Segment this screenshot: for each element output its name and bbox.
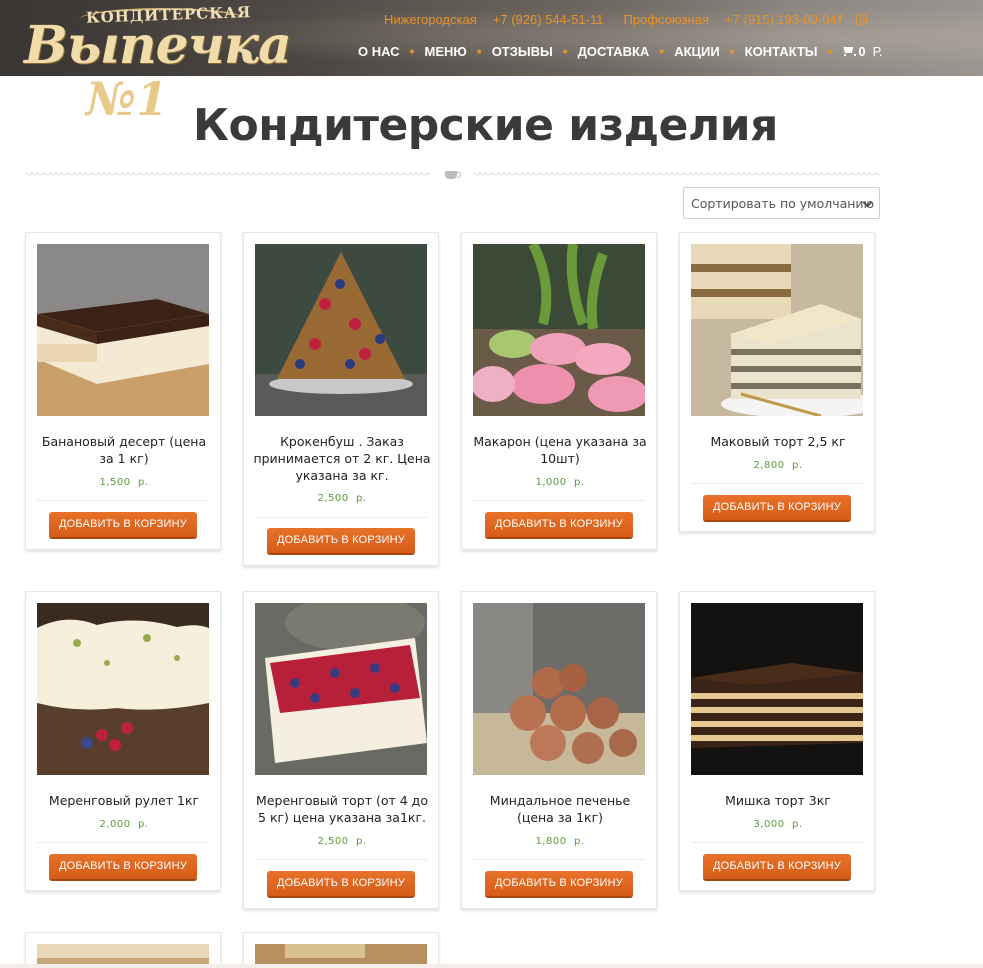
product-price: 2,000 р. (99, 819, 149, 830)
product-price: 2,500 р. (317, 836, 367, 847)
cup-icon (445, 171, 461, 179)
product-price: 3,000 р. (753, 819, 803, 830)
card-separator (255, 517, 427, 518)
divider-wave (26, 172, 430, 178)
product-image-macarons[interactable] (473, 244, 645, 416)
facebook-icon[interactable]: f (838, 12, 842, 26)
logo[interactable]: Выпечка (24, 18, 292, 74)
product-image-mishka-cake[interactable] (691, 603, 863, 775)
nav-separator: • (729, 43, 735, 59)
sort-select[interactable]: Сортировать по умолчанию (683, 187, 880, 219)
product-price: 1,000 р. (535, 477, 585, 488)
divider-wave (474, 172, 880, 178)
sort-select-value: Сортировать по умолчанию (691, 195, 875, 211)
phone-link-2[interactable]: +7 (915) 193-00-04 (725, 12, 837, 27)
cart-link[interactable]: 0 Р. (842, 44, 882, 59)
product-card (243, 932, 439, 968)
product-name[interactable]: Меренговый торт (от 4 до 5 кг) цена указ… (252, 792, 432, 826)
add-to-cart-button[interactable]: ДОБАВИТЬ В КОРЗИНУ (267, 871, 415, 896)
product-image-croquembouche[interactable] (255, 244, 427, 416)
contact-row: Нижегородская +7 (926) 544-51-11 Профсою… (384, 12, 837, 27)
product-price: 2,800 р. (753, 460, 803, 471)
product-image-meringue-roll[interactable] (37, 603, 209, 775)
nav-contacts[interactable]: КОНТАКТЫ (745, 44, 818, 59)
product-card: Банановый десерт (цена за 1 кг) 1,500 р.… (25, 232, 221, 550)
card-separator (691, 842, 863, 843)
nav-separator: • (827, 43, 833, 59)
product-name[interactable]: Макарон (цена указана за 10шт) (470, 433, 650, 467)
social-links: f (838, 12, 867, 26)
cart-count: 0 (858, 43, 866, 59)
product-name[interactable]: Мишка торт 3кг (688, 792, 868, 809)
card-separator (473, 859, 645, 860)
product-card: Миндальное печенье (цена за 1кг) 1,800 р… (461, 591, 657, 909)
product-name[interactable]: Миндальное печенье (цена за 1кг) (470, 792, 650, 826)
logo-number: №1 (86, 72, 169, 126)
add-to-cart-button[interactable]: ДОБАВИТЬ В КОРЗИНУ (703, 854, 851, 879)
nav-delivery[interactable]: ДОСТАВКА (578, 44, 650, 59)
page-title: Кондитерские изделия (193, 100, 778, 151)
product-image-almond-cookies[interactable] (473, 603, 645, 775)
main-nav: О НАС • МЕНЮ • ОТЗЫВЫ • ДОСТАВКА • АКЦИИ… (358, 43, 882, 59)
product-card: Крокенбуш . Заказ принимается от 2 кг. Ц… (243, 232, 439, 566)
station-nizhegorodskaya: Нижегородская (384, 12, 477, 27)
add-to-cart-button[interactable]: ДОБАВИТЬ В КОРЗИНУ (703, 495, 851, 520)
product-card: Меренговый рулет 1кг 2,000 р. ДОБАВИТЬ В… (25, 591, 221, 891)
card-separator (473, 500, 645, 501)
product-price: 1,500 р. (99, 477, 149, 488)
nav-separator: • (562, 43, 568, 59)
add-to-cart-button[interactable]: ДОБАВИТЬ В КОРЗИНУ (485, 871, 633, 896)
card-separator (37, 842, 209, 843)
nav-separator: • (659, 43, 665, 59)
title-divider (26, 171, 880, 179)
product-card: Маковый торт 2,5 кг 2,800 р. ДОБАВИТЬ В … (679, 232, 875, 532)
product-name[interactable]: Меренговый рулет 1кг (34, 792, 214, 809)
product-name[interactable]: Маковый торт 2,5 кг (688, 433, 868, 450)
product-image-banana-dessert[interactable] (37, 244, 209, 416)
nav-reviews[interactable]: ОТЗЫВЫ (492, 44, 553, 59)
add-to-cart-button[interactable]: ДОБАВИТЬ В КОРЗИНУ (485, 512, 633, 537)
product-card: Макарон (цена указана за 10шт) 1,000 р. … (461, 232, 657, 550)
product-image-meringue-cake[interactable] (255, 603, 427, 775)
product-image-poppy-cake[interactable] (691, 244, 863, 416)
product-card: Меренговый торт (от 4 до 5 кг) цена указ… (243, 591, 439, 909)
product-price: 1,800 р. (535, 836, 585, 847)
add-to-cart-button[interactable]: ДОБАВИТЬ В КОРЗИНУ (49, 854, 197, 879)
nav-promotions[interactable]: АКЦИИ (674, 44, 720, 59)
card-separator (37, 500, 209, 501)
product-name[interactable]: Крокенбуш . Заказ принимается от 2 кг. Ц… (252, 433, 432, 484)
product-price: 2,500 р. (317, 493, 367, 504)
page-bottom-edge (0, 964, 983, 968)
cart-icon (842, 46, 857, 56)
site-header: КОНДИТЕРСКАЯ Выпечка Нижегородская +7 (9… (0, 0, 983, 76)
card-separator (691, 483, 863, 484)
product-card: Мишка торт 3кг 3,000 р. ДОБАВИТЬ В КОРЗИ… (679, 591, 875, 891)
add-to-cart-button[interactable]: ДОБАВИТЬ В КОРЗИНУ (49, 512, 197, 537)
nav-menu[interactable]: МЕНЮ (424, 44, 466, 59)
add-to-cart-button[interactable]: ДОБАВИТЬ В КОРЗИНУ (267, 528, 415, 553)
product-card (25, 932, 221, 968)
nav-about[interactable]: О НАС (358, 44, 400, 59)
product-name[interactable]: Банановый десерт (цена за 1 кг) (34, 433, 214, 467)
station-profsoyuznaya: Профсоюзная (623, 12, 710, 27)
nav-separator: • (476, 43, 482, 59)
nav-separator: • (409, 43, 415, 59)
cart-currency: Р. (872, 43, 883, 59)
phone-link-1[interactable]: +7 (926) 544-51-11 (493, 12, 604, 27)
instagram-icon[interactable] (856, 14, 867, 25)
card-separator (255, 859, 427, 860)
